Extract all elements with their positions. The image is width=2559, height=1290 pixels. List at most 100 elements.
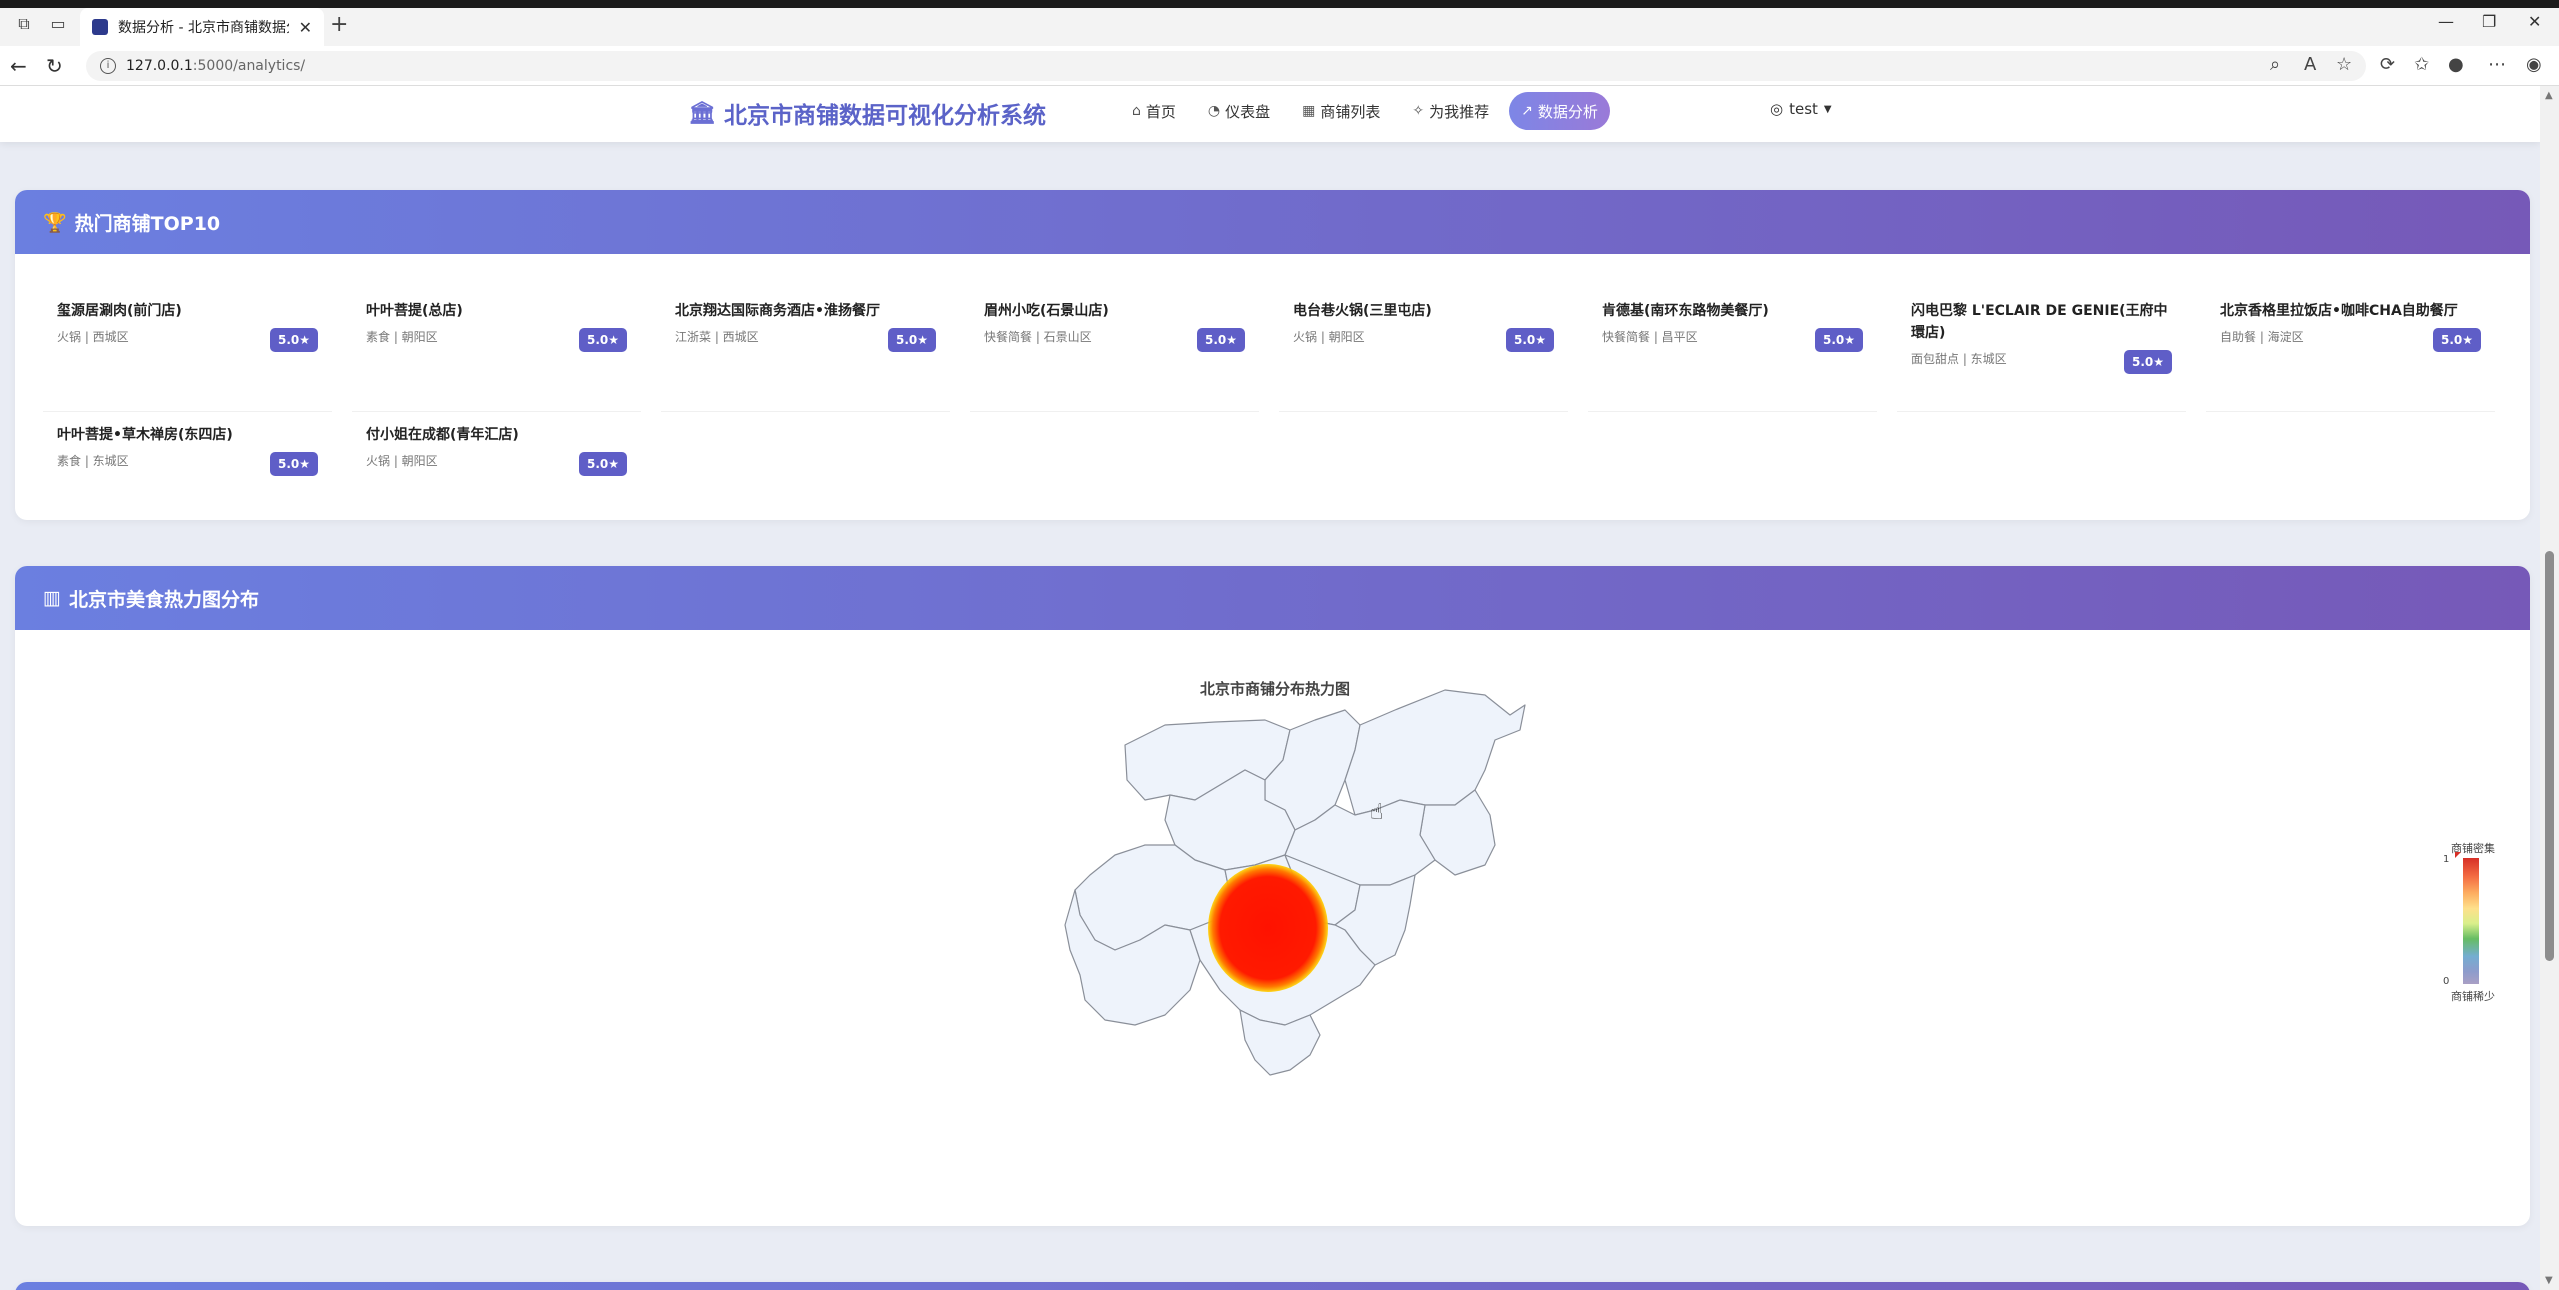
scroll-down-icon[interactable]: ▼ <box>2545 1275 2553 1286</box>
shop-name: 肯德基(南环东路物美餐厅) <box>1602 303 1769 319</box>
visual-map-max: 1 <box>2443 854 2450 865</box>
top10-header: 🏆 热门商铺TOP10 <box>15 190 2530 254</box>
shop-card[interactable]: 电台巷火锅(三里屯店) 火锅 | 朝阳区 5.0★ <box>1279 294 1568 412</box>
new-tab-icon[interactable]: + <box>330 12 348 37</box>
tab-title: 数据分析 - 北京市商铺数据分析系统 <box>118 20 289 36</box>
chart-line-icon: ↗ <box>1521 103 1533 119</box>
close-window-icon[interactable]: ✕ <box>2528 12 2541 31</box>
username: test <box>1789 100 1818 118</box>
top-navbar: 🏛 北京市商铺数据可视化分析系统 ⌂ 首页 ◔ 仪表盘 ▦ 商铺列表 ✧ 为我推荐 ↗ 数… <box>0 86 2540 142</box>
workspaces-icon[interactable]: ⧉ <box>14 14 34 34</box>
next-section-header <box>15 1282 2530 1290</box>
rating-badge: 5.0★ <box>2123 350 2172 374</box>
visual-map-min: 0 <box>2443 976 2450 987</box>
nav-item-dashboard[interactable]: ◔ 仪表盘 <box>1196 92 1282 130</box>
shop-name: 北京翔达国际商务酒店•淮扬餐厅 <box>675 303 880 319</box>
site-info-icon[interactable]: i <box>100 58 116 74</box>
profile-icon[interactable]: ● <box>2448 54 2464 75</box>
nav-item-recommend[interactable]: ✧ 为我推荐 <box>1400 92 1501 130</box>
heat-blob <box>1208 864 1328 992</box>
shop-card[interactable]: 闪电巴黎 L'ECLAIR DE GENIE(王府中環店) 面包甜点 | 东城区 5… <box>1897 294 2186 412</box>
favorite-star-icon[interactable]: ☆ <box>2336 54 2352 75</box>
window-top-strip <box>0 0 2559 8</box>
shop-card[interactable]: 北京翔达国际商务酒店•淮扬餐厅 江浙菜 | 西城区 5.0★ <box>661 294 950 412</box>
back-icon[interactable]: ← <box>10 54 27 78</box>
read-aloud-icon[interactable]: A <box>2304 54 2316 75</box>
nav-item-label: 为我推荐 <box>1429 102 1490 121</box>
nav-item-label: 首页 <box>1145 102 1176 121</box>
close-tab-icon[interactable]: ✕ <box>299 18 312 37</box>
refresh-icon[interactable]: ↻ <box>46 54 63 78</box>
rating-badge: 5.0★ <box>1196 328 1245 352</box>
scrollbar-thumb[interactable] <box>2545 551 2554 961</box>
shop-card[interactable]: 叶叶菩提(总店) 素食 | 朝阳区 5.0★ <box>352 294 641 412</box>
nav-item-analytics[interactable]: ↗ 数据分析 <box>1509 92 1610 130</box>
top10-grid: 玺源居涮肉(前门店) 火锅 | 西城区 5.0★ 叶叶菩提(总店) 素食 | 朝阳区 5… <box>15 254 2530 520</box>
heatmap-header: ▥ 北京市美食热力图分布 <box>15 566 2530 630</box>
tab-actions-icon[interactable]: ▭ <box>48 14 68 34</box>
favorites-icon[interactable]: ✩ <box>2414 54 2429 75</box>
brand-title: 北京市商铺数据可视化分析系统 <box>723 103 1046 129</box>
rating-badge: 5.0★ <box>269 328 318 352</box>
visual-map-gradient[interactable] <box>2463 858 2479 984</box>
url-path: :5000/analytics/ <box>192 58 306 74</box>
shop-name: 闪电巴黎 L'ECLAIR DE GENIE(王府中環店) <box>1911 303 2168 341</box>
hand-cursor-icon: ☝ <box>1370 800 1384 825</box>
shop-card[interactable]: 肯德基(南环东路物美餐厅) 快餐简餐 | 昌平区 5.0★ <box>1588 294 1877 412</box>
page-scrollbar[interactable]: ▲ ▼ <box>2540 86 2559 1290</box>
shop-name: 北京香格里拉饭店•咖啡CHA自助餐厅 <box>2220 303 2458 319</box>
beijing-map-svg[interactable] <box>15 630 2530 1225</box>
user-circle-icon: ◎ <box>1770 100 1784 118</box>
page-viewport: 🏛 北京市商铺数据可视化分析系统 ⌂ 首页 ◔ 仪表盘 ▦ 商铺列表 ✧ 为我推荐 ↗ 数… <box>0 86 2540 1290</box>
trophy-icon: 🏆 <box>43 211 67 234</box>
rating-badge: 5.0★ <box>1814 328 1863 352</box>
shop-name: 叶叶菩提(总店) <box>366 303 463 319</box>
minimize-icon[interactable]: — <box>2438 12 2454 31</box>
rating-badge: 5.0★ <box>1505 328 1554 352</box>
shop-name: 付小姐在成都(青年汇店) <box>366 427 519 443</box>
nav-item-label: 数据分析 <box>1537 102 1598 121</box>
more-icon[interactable]: ⋯ <box>2488 54 2506 75</box>
visual-map-handle[interactable] <box>2455 852 2461 858</box>
shop-card[interactable]: 付小姐在成都(青年汇店) 火锅 | 朝阳区 5.0★ <box>352 418 641 520</box>
browser-tab[interactable]: 数据分析 - 北京市商铺数据分析系统 ✕ <box>80 8 324 46</box>
favicon-icon <box>92 19 108 35</box>
top10-card: 🏆 热门商铺TOP10 玺源居涮肉(前门店) 火锅 | 西城区 5.0★ 叶叶菩提(… <box>15 190 2530 520</box>
shop-name: 叶叶菩提•草木禅房(东四店) <box>57 427 233 443</box>
chart-title: 北京市商铺分布热力图 <box>1200 680 1351 698</box>
nav-item-home[interactable]: ⌂ 首页 <box>1120 92 1188 130</box>
nav-item-shop-list[interactable]: ▦ 商铺列表 <box>1290 92 1392 130</box>
address-bar: ← ↻ i 127.0.0.1:5000/analytics/ ⌕ A ☆ ⟳ … <box>0 46 2559 86</box>
browser-essentials-icon[interactable]: ⟳ <box>2380 54 2395 75</box>
rating-badge: 5.0★ <box>578 328 627 352</box>
shop-card[interactable]: 玺源居涮肉(前门店) 火锅 | 西城区 5.0★ <box>43 294 332 412</box>
restore-icon[interactable]: ❐ <box>2482 12 2496 31</box>
heatmap-title: 北京市美食热力图分布 <box>68 588 259 611</box>
map-icon: ▥ <box>43 587 61 609</box>
visual-map-legend[interactable]: 商铺密集 1 0 商铺稀少 <box>2435 840 2495 1003</box>
nav-item-label: 商铺列表 <box>1320 102 1381 121</box>
visual-map-bottom-label: 商铺稀少 <box>2451 990 2495 1003</box>
rating-badge: 5.0★ <box>269 452 318 476</box>
scroll-up-icon[interactable]: ▲ <box>2545 90 2553 101</box>
brand[interactable]: 🏛 北京市商铺数据可视化分析系统 <box>688 96 1046 130</box>
heatmap-chart[interactable]: 北京市商铺分布热力图 商铺密集 1 0 商铺稀少 <box>15 630 2530 1225</box>
zoom-icon[interactable]: ⌕ <box>2270 54 2280 75</box>
rating-badge: 5.0★ <box>887 328 936 352</box>
shop-name: 电台巷火锅(三里屯店) <box>1293 303 1432 319</box>
nav-menu: ⌂ 首页 ◔ 仪表盘 ▦ 商铺列表 ✧ 为我推荐 ↗ 数据分析 <box>1120 92 1610 130</box>
lightbulb-icon: ✧ <box>1412 103 1425 119</box>
shop-name: 眉州小吃(石景山店) <box>984 303 1109 319</box>
url-field[interactable]: i 127.0.0.1:5000/analytics/ <box>86 51 2366 81</box>
next-section-card <box>15 1282 2530 1290</box>
url-host: 127.0.0.1 <box>126 58 193 74</box>
building-icon: 🏛 <box>688 100 716 126</box>
shop-card[interactable]: 叶叶菩提•草木禅房(东四店) 素食 | 东城区 5.0★ <box>43 418 332 520</box>
shop-card[interactable]: 眉州小吃(石景山店) 快餐简餐 | 石景山区 5.0★ <box>970 294 1259 412</box>
home-icon: ⌂ <box>1132 103 1141 119</box>
caret-down-icon: ▼ <box>1823 103 1832 115</box>
shop-card[interactable]: 北京香格里拉饭店•咖啡CHA自助餐厅 自助餐 | 海淀区 5.0★ <box>2206 294 2495 412</box>
rating-badge: 5.0★ <box>2432 328 2481 352</box>
copilot-icon[interactable]: ◉ <box>2526 54 2542 75</box>
user-menu[interactable]: ◎ test ▼ <box>1770 100 1832 118</box>
